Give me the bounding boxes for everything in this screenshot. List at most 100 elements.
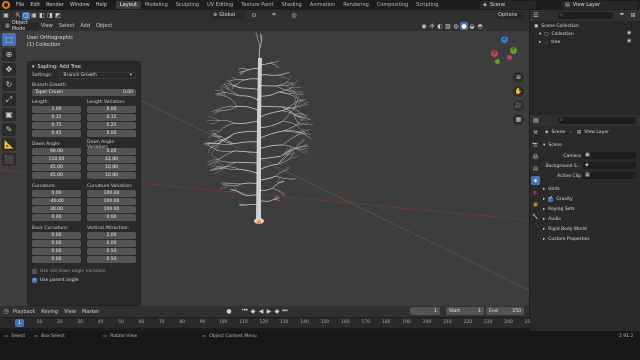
gizmo-z-axis[interactable]: Z — [501, 36, 508, 43]
gizmo-x-axis[interactable]: X — [491, 50, 498, 57]
jump-keyframe-forward-icon[interactable]: ◆ — [273, 307, 281, 315]
timeline-menu-keying[interactable]: Keying — [38, 309, 61, 315]
expand-arrow-icon[interactable]: ▸ — [539, 40, 541, 45]
move-tool-icon[interactable]: ✥ — [2, 63, 16, 76]
rotate-tool-icon[interactable]: ↻ — [2, 78, 16, 91]
select-intersect-icon[interactable]: ◩ — [54, 12, 62, 20]
keying-sets-panel-header[interactable]: ▸ Keying Sets — [543, 205, 575, 213]
tab-texture-paint[interactable]: Texture Paint — [237, 1, 277, 9]
curvature-field-3[interactable]: 30.00 — [32, 206, 81, 213]
units-panel-header[interactable]: ▸ Units — [543, 185, 560, 193]
measure-tool-icon[interactable]: 📐 — [2, 138, 16, 151]
mode-dropdown[interactable]: ▥ Object Mode — [2, 20, 38, 32]
scene-properties-tab-icon[interactable]: ◈ — [531, 176, 540, 185]
tweak-mode-icon[interactable]: ⇱ — [14, 12, 22, 20]
timeline-menu-view[interactable]: View — [61, 309, 79, 315]
curvature-variation-field-3[interactable]: 100.00 — [87, 206, 136, 213]
length-field-4[interactable]: 0.45 — [32, 130, 81, 137]
length-variation-field-2[interactable]: 0.15 — [87, 114, 136, 121]
operator-panel-header[interactable]: ▾ Sapling: Add Tree — [28, 62, 140, 71]
timeline-menu-marker[interactable]: Marker — [79, 309, 102, 315]
expand-arrow-icon[interactable]: ▾ — [539, 32, 541, 37]
end-frame-field[interactable]: End 250 — [486, 307, 524, 315]
outliner-tree[interactable]: ▸ ◡ tree — [539, 38, 560, 46]
down-angle-field-4[interactable]: 45.00 — [32, 172, 81, 179]
back-curvature-field-1[interactable]: 0.00 — [32, 232, 81, 239]
operator-panel[interactable]: ▾ Sapling: Add Tree Settings: Branch Gro… — [27, 61, 141, 306]
viewport-menu-select[interactable]: Select — [56, 23, 77, 29]
curvature-field-4[interactable]: 0.00 — [32, 214, 81, 221]
object-properties-tab-icon[interactable]: ▣ — [531, 200, 540, 209]
expand-arrow-icon[interactable]: ▸ — [543, 217, 545, 222]
expand-arrow-icon[interactable]: ▸ — [543, 207, 545, 212]
menu-file[interactable]: File — [13, 2, 27, 8]
length-variation-field-3[interactable]: 0.25 — [87, 122, 136, 129]
viewport-menu-add[interactable]: Add — [77, 23, 93, 29]
length-field-3[interactable]: 0.75 — [32, 122, 81, 129]
expand-arrow-icon[interactable]: ▸ — [543, 227, 545, 232]
shading-material-icon[interactable]: ◒ — [468, 22, 476, 30]
down-angle-variation-field-4[interactable]: 10.00 — [87, 172, 136, 179]
down-angle-field-1[interactable]: 90.00 — [32, 148, 81, 155]
expand-arrow-icon[interactable]: ▸ — [543, 187, 545, 192]
gizmo-neg-y[interactable] — [495, 59, 500, 64]
background-scene-field[interactable]: ◈ — [583, 162, 636, 169]
cursor-tool-icon[interactable]: ⊕ — [2, 48, 16, 61]
scene-panel-header[interactable]: ▾ Scene — [543, 141, 562, 149]
curvature-field-1[interactable]: 0.00 — [32, 190, 81, 197]
vertical-attraction-field-4[interactable]: 0.50 — [87, 256, 136, 263]
timeline-editor-type-icon[interactable]: ◷ — [2, 308, 10, 316]
new-collection-icon[interactable]: ⊞ — [629, 11, 637, 19]
annotate-tool-icon[interactable]: ✎ — [2, 123, 16, 136]
tab-shading[interactable]: Shading — [277, 1, 305, 9]
length-variation-field-4[interactable]: 0.00 — [87, 130, 136, 137]
snap-icon[interactable]: ⌗ — [270, 11, 278, 19]
menu-render[interactable]: Render — [43, 2, 67, 8]
camera-field[interactable]: ▣ — [583, 152, 636, 159]
old-down-angle-checkbox[interactable]: Use old down angle variation — [28, 269, 140, 274]
blender-logo-icon[interactable] — [2, 1, 10, 9]
jump-end-icon[interactable]: ⏭ — [281, 307, 289, 315]
active-clip-field[interactable]: ▦ — [583, 172, 636, 179]
play-reverse-icon[interactable]: ◀ — [257, 307, 265, 315]
vertical-attraction-field-3[interactable]: 0.50 — [87, 248, 136, 255]
taper-crown-field[interactable]: Taper Crown 0.00 — [32, 89, 136, 96]
record-icon[interactable]: ● — [225, 307, 233, 315]
old-down-angle-checkbox-box[interactable] — [32, 269, 37, 274]
select-box-tool-icon[interactable]: ⬚ — [2, 33, 16, 46]
xray-toggle-icon[interactable]: ▨ — [444, 22, 452, 30]
filter-icon[interactable]: ⏷ — [618, 11, 626, 19]
menu-help[interactable]: Help — [93, 2, 110, 8]
play-icon[interactable]: ▶ — [265, 307, 273, 315]
menu-edit[interactable]: Edit — [27, 2, 43, 8]
perspective-toggle-icon[interactable]: ▦ — [513, 114, 524, 125]
parent-angle-checkbox[interactable]: Use parent angle — [28, 277, 140, 283]
proportional-edit-icon[interactable]: ◎ — [290, 11, 298, 19]
outliner-search-input[interactable]: ⌕ — [558, 12, 613, 19]
tab-compositing[interactable]: Compositing — [373, 1, 412, 9]
curvature-field-2[interactable]: -40.00 — [32, 198, 81, 205]
scale-tool-icon[interactable]: ⤢ — [2, 93, 16, 106]
curvature-variation-field-4[interactable]: 0.00 — [87, 214, 136, 221]
timeline-ruler[interactable]: 10 20 30 40 50 60 70 80 90 100 110 120 130 140 150 160 1… — [0, 318, 533, 328]
length-variation-field-1[interactable]: 0.00 — [87, 106, 136, 113]
gizmo-y-axis[interactable]: Y — [510, 47, 517, 54]
scene-selector[interactable]: ◈ Scene — [480, 1, 536, 9]
viewport-menu-object[interactable]: Object — [93, 23, 115, 29]
shading-rendered-icon[interactable]: ◓ — [476, 22, 484, 30]
camera-view-icon[interactable]: 🎥 — [513, 100, 524, 111]
vertical-attraction-field-1[interactable]: 2.00 — [87, 232, 136, 239]
select-extend-icon[interactable]: ▣ — [30, 12, 38, 20]
visibility-icon[interactable]: ◉ — [420, 22, 428, 30]
length-field-1[interactable]: 1.00 — [32, 106, 81, 113]
pan-hand-icon[interactable]: ✋ — [513, 86, 524, 97]
transform-tool-icon[interactable]: ▣ — [2, 108, 16, 121]
down-angle-field-3[interactable]: 45.00 — [32, 164, 81, 171]
properties-editor-type-icon[interactable]: ▤ — [532, 117, 540, 125]
options-button[interactable]: Options — [495, 11, 525, 19]
overlay-toggle-icon[interactable]: ◐ — [436, 22, 444, 30]
settings-dropdown[interactable]: Branch Growth ▾ — [59, 72, 136, 79]
current-frame-field[interactable]: 1 — [410, 307, 440, 315]
tab-layout[interactable]: Layout — [116, 1, 141, 9]
outliner-collection[interactable]: ▾ ▢ Collection — [539, 30, 574, 38]
